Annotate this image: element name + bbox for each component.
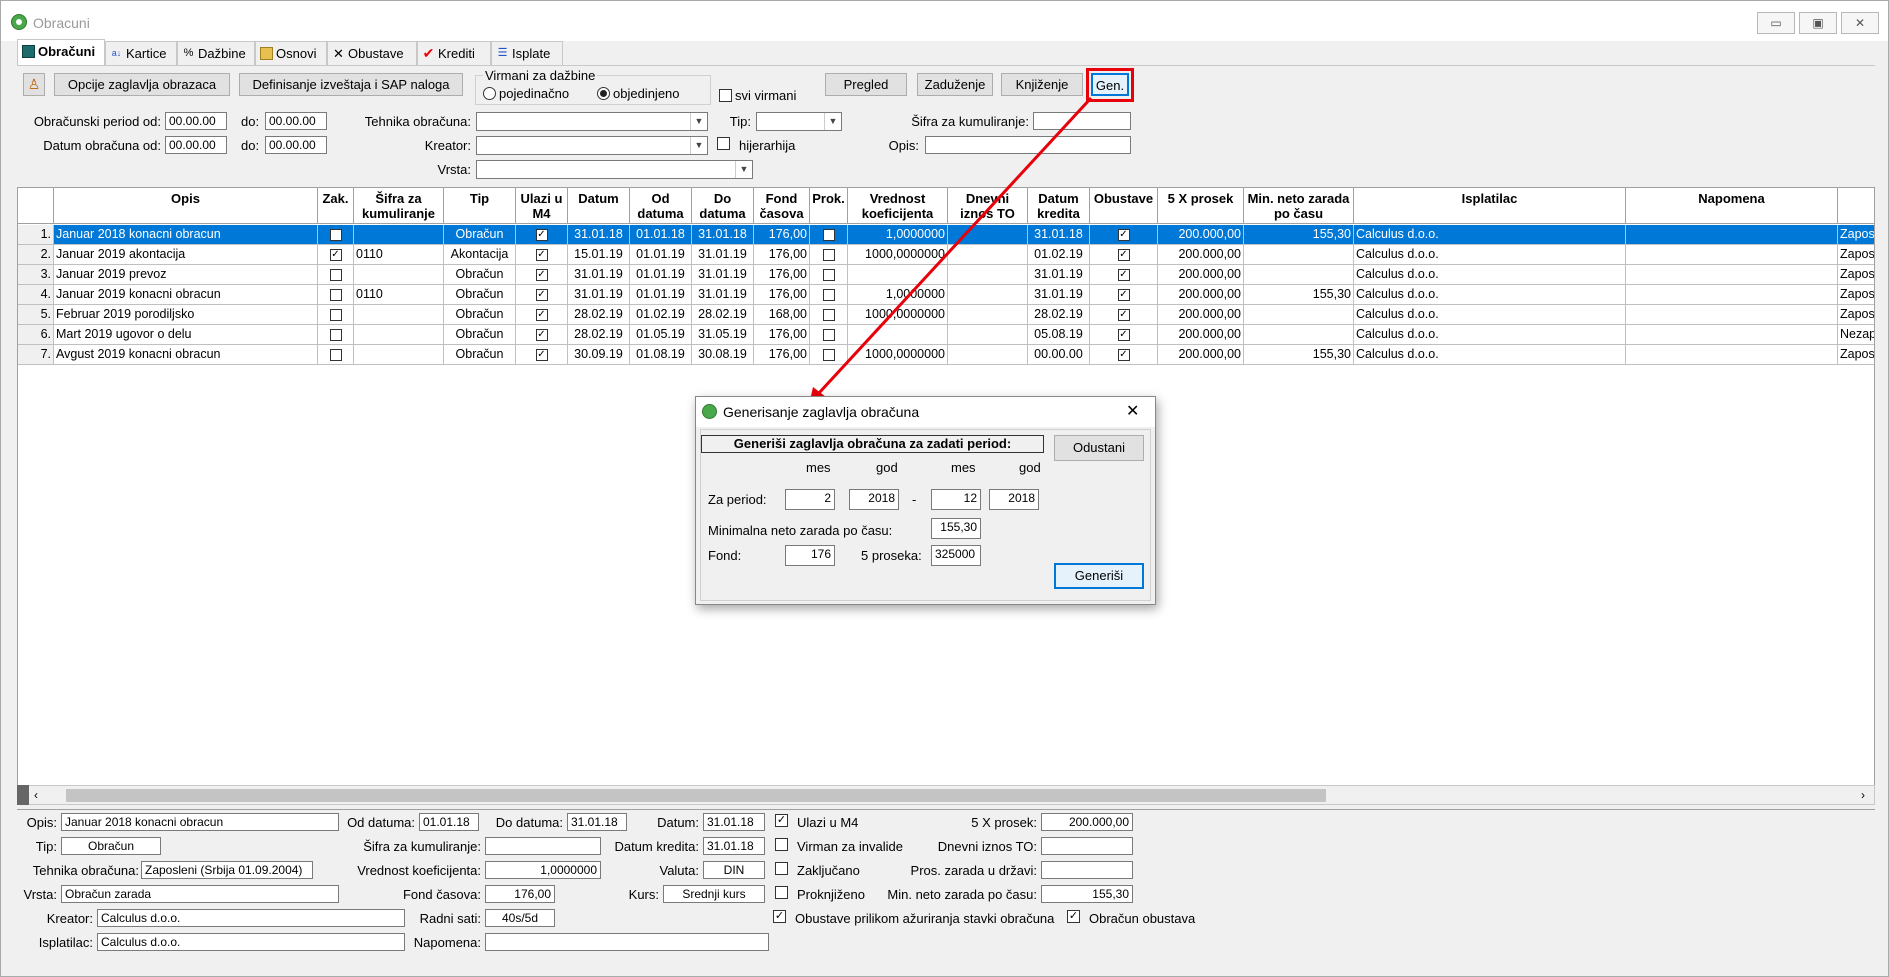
generate-header-dialog: Generisanje zaglavlja obračuna ✕ Generiš… (695, 396, 1156, 605)
dialog-minneto-label: Minimalna neto zarada po času: (708, 523, 893, 538)
dialog-title: Generisanje zaglavlja obračuna (723, 404, 920, 420)
main-window: Obracuni ▭ ▣ ✕ Obračuni a↓ Kartice % Dažbi… (0, 0, 1889, 977)
arrow-line (817, 96, 1093, 395)
app-logo-icon (702, 404, 717, 419)
mes-from-input[interactable]: 2 (785, 489, 835, 510)
dialog-close-button[interactable]: ✕ (1126, 401, 1139, 421)
period-dash: - (912, 492, 917, 507)
dialog-fond-input[interactable]: 176 (785, 545, 835, 566)
mes-to-input[interactable]: 12 (931, 489, 981, 510)
dialog-proseka-label: 5 proseka: (861, 548, 922, 563)
god-from-input[interactable]: 2018 (849, 489, 899, 510)
god-to-header: god (1019, 460, 1041, 475)
god-to-input[interactable]: 2018 (989, 489, 1039, 510)
mes-from-header: mes (806, 460, 831, 475)
period-label: Za period: (708, 492, 767, 507)
dialog-title-bar: Generisanje zaglavlja obračuna ✕ (696, 397, 1155, 427)
dialog-minneto-input[interactable]: 155,30 (931, 518, 981, 539)
cancel-button[interactable]: Odustani (1054, 435, 1144, 461)
dialog-heading: Generiši zaglavlja obračuna za zadati pe… (701, 435, 1044, 453)
dialog-fond-label: Fond: (708, 548, 742, 563)
generate-button[interactable]: Generiši (1054, 563, 1144, 589)
dialog-proseka-input[interactable]: 325000 (931, 545, 981, 566)
god-from-header: god (876, 460, 898, 475)
mes-to-header: mes (951, 460, 976, 475)
